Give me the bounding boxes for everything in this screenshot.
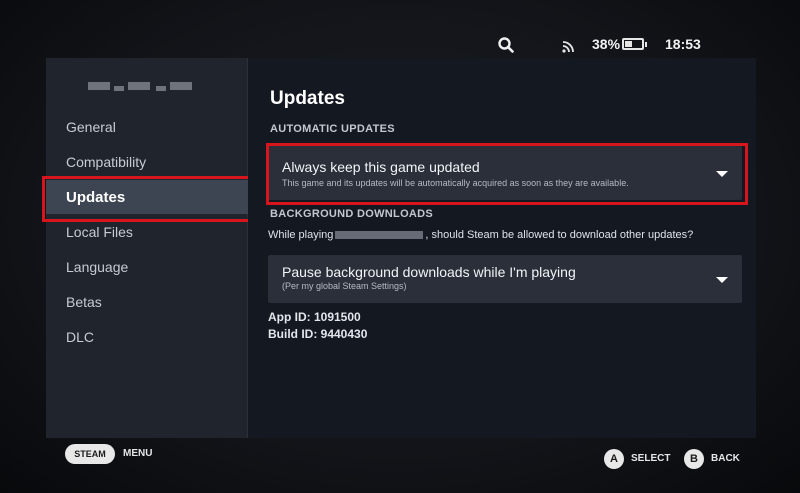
- sidebar-item-label: Language: [66, 259, 129, 275]
- question-suffix: , should Steam be allowed to download ot…: [425, 229, 694, 241]
- clock-time: 18:53: [665, 36, 701, 52]
- sidebar-item-updates[interactable]: Updates: [46, 180, 248, 214]
- game-name-redacted: [335, 231, 424, 240]
- sidebar-item-label: Betas: [66, 294, 102, 310]
- redaction-block: [114, 86, 124, 91]
- page-title: Updates: [270, 88, 345, 109]
- a-button-icon[interactable]: A: [604, 449, 624, 469]
- background-downloads-dropdown[interactable]: Pause background downloads while I'm pla…: [268, 255, 742, 303]
- sidebar-item-dlc[interactable]: DLC: [46, 320, 248, 354]
- sidebar-item-betas[interactable]: Betas: [46, 285, 248, 319]
- search-icon[interactable]: [497, 36, 515, 54]
- background-downloads-question: While playing , should Steam be allowed t…: [268, 229, 693, 241]
- background-downloads-label: BACKGROUND DOWNLOADS: [270, 208, 434, 220]
- chevron-down-icon: [716, 171, 728, 177]
- select-label: SELECT: [631, 453, 671, 464]
- automatic-updates-dropdown[interactable]: Always keep this game updated This game …: [268, 146, 742, 200]
- question-prefix: While playing: [268, 229, 334, 241]
- sidebar-item-label: Compatibility: [66, 154, 147, 170]
- menu-label: MENU: [123, 448, 153, 459]
- sidebar-item-label: Updates: [66, 188, 126, 206]
- battery-icon: [622, 38, 647, 50]
- battery-percent: 38%: [592, 36, 621, 52]
- redaction-block: [170, 82, 192, 90]
- status-bar: 38% 18:53: [495, 34, 710, 56]
- redaction-block: [88, 82, 110, 90]
- dropdown-description: (Per my global Steam Settings): [282, 281, 407, 291]
- sidebar-item-language[interactable]: Language: [46, 250, 248, 284]
- sidebar-item-compatibility[interactable]: Compatibility: [46, 145, 248, 179]
- b-button-icon[interactable]: B: [684, 449, 704, 469]
- back-label: BACK: [711, 453, 740, 464]
- chevron-down-icon: [716, 277, 728, 283]
- sidebar-item-general[interactable]: General: [46, 110, 248, 144]
- dropdown-label: Pause background downloads while I'm pla…: [282, 264, 576, 280]
- redaction-block: [156, 86, 166, 91]
- dropdown-label: Always keep this game updated: [282, 159, 480, 175]
- build-id: Build ID: 9440430: [268, 327, 368, 341]
- main-panel: [248, 58, 756, 438]
- redaction-block: [128, 82, 150, 90]
- wifi-icon: [562, 41, 574, 53]
- sidebar-item-label: DLC: [66, 329, 95, 345]
- sidebar-item-label: General: [66, 119, 116, 135]
- automatic-updates-label: AUTOMATIC UPDATES: [270, 123, 395, 135]
- sidebar-item-local-files[interactable]: Local Files: [46, 215, 248, 249]
- battery-fill: [625, 41, 632, 47]
- app-id: App ID: 1091500: [268, 310, 361, 324]
- game-title-redacted: [88, 80, 192, 92]
- steam-button[interactable]: STEAM: [65, 444, 115, 464]
- dropdown-description: This game and its updates will be automa…: [282, 178, 629, 188]
- sidebar-item-label: Local Files: [66, 224, 133, 240]
